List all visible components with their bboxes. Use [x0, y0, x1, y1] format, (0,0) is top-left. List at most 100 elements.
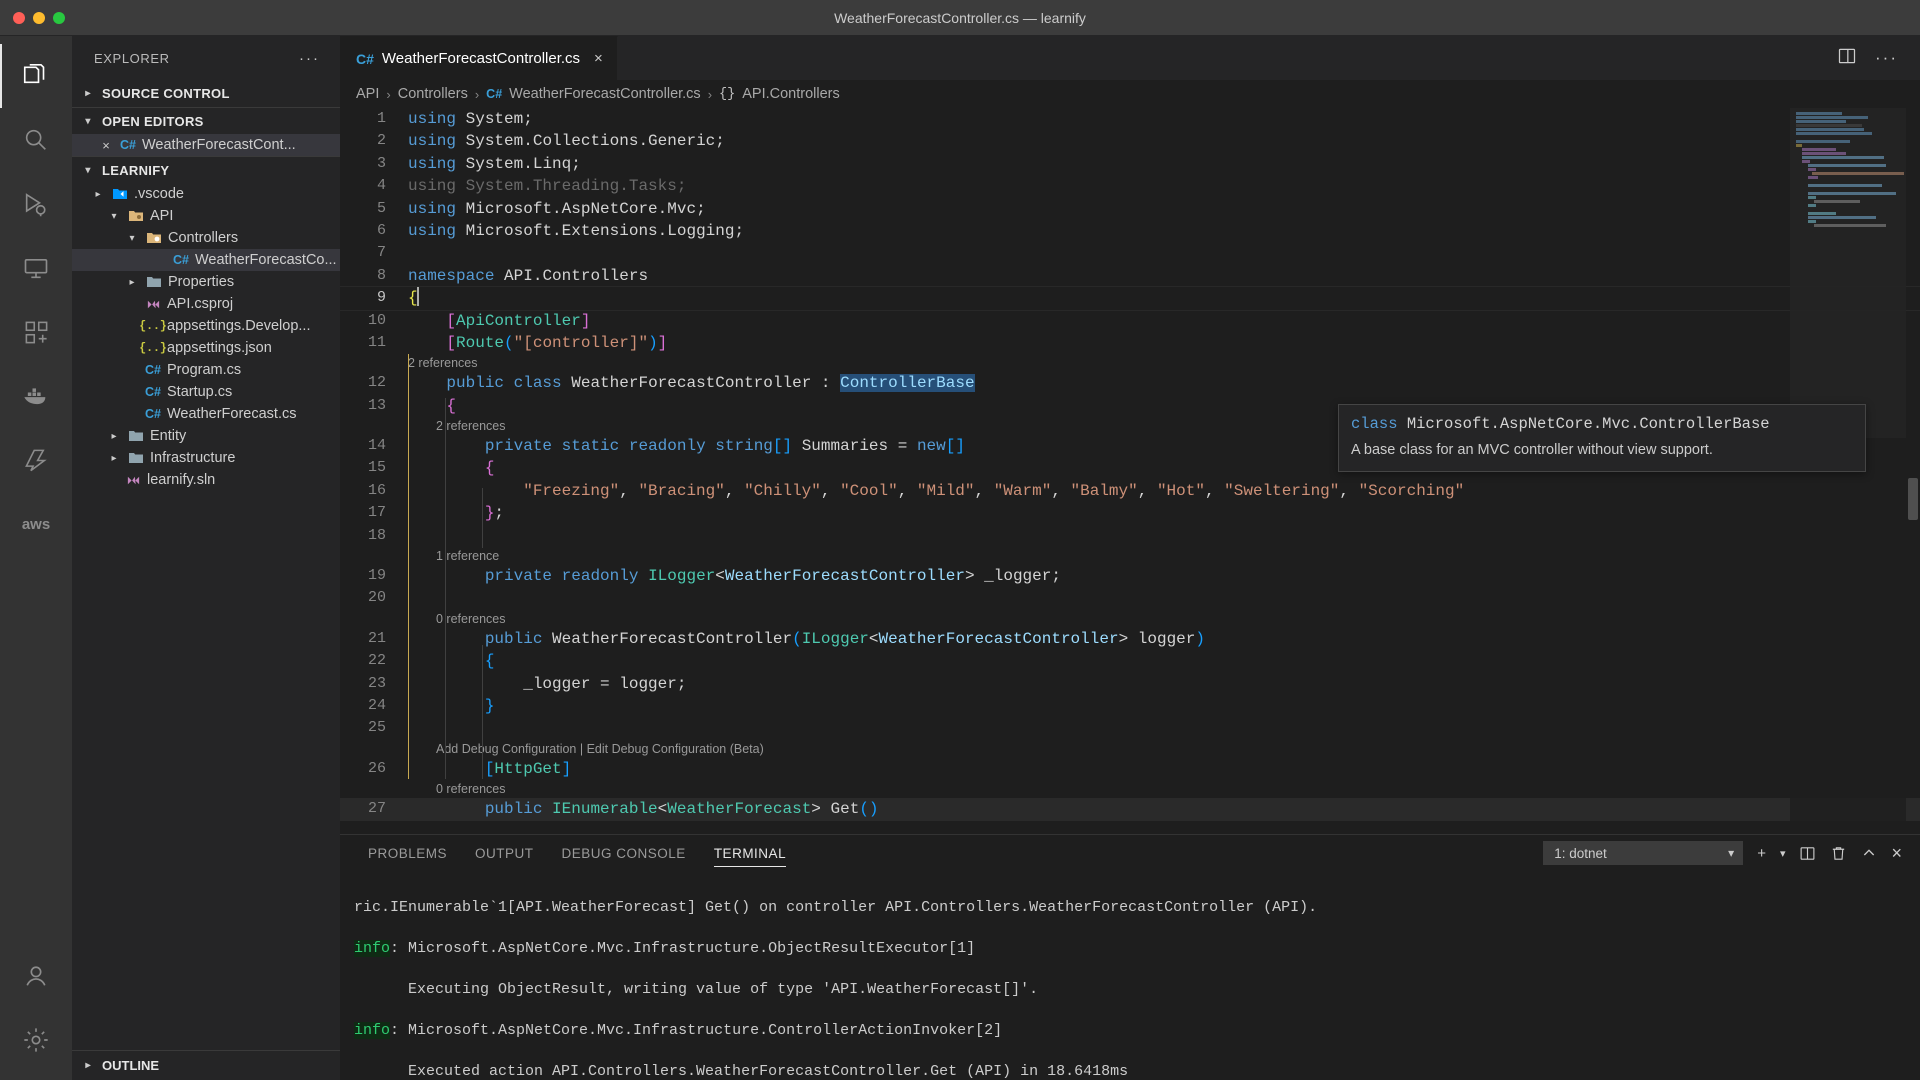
line-content: _logger = logger; [408, 674, 687, 693]
tab-output[interactable]: OUTPUT [461, 835, 548, 871]
close-icon[interactable]: × [98, 138, 114, 153]
new-terminal-icon[interactable]: + [1757, 845, 1766, 862]
section-learnify[interactable]: ▾ LEARNIFY [72, 156, 340, 183]
tree-item-program-cs[interactable]: C# Program.cs [72, 359, 340, 381]
breadcrumb-item-controllers[interactable]: Controllers [398, 86, 468, 102]
codelens-class-references[interactable]: 2 references [340, 354, 1920, 372]
tab-label: TERMINAL [713, 845, 787, 861]
hover-type: Microsoft.AspNetCore.Mvc.ControllerBase [1406, 415, 1770, 433]
tree-item-infrastructure[interactable]: ▸ Infrastructure [72, 447, 340, 469]
editor-scrollbar[interactable] [1906, 108, 1920, 834]
tree-item-entity[interactable]: ▸ Entity [72, 425, 340, 447]
tree-item-appsettings-json[interactable]: {..} appsettings.json [72, 337, 340, 359]
chevron-right-icon[interactable]: ▸ [124, 277, 140, 288]
code-line: 1 using System; [340, 108, 1920, 130]
activity-aws-button[interactable]: aws [0, 492, 72, 556]
codelens-get-references[interactable]: 0 references [340, 780, 1920, 798]
kill-terminal-icon[interactable] [1830, 845, 1847, 862]
codelens-label[interactable]: 2 references [398, 419, 505, 433]
tree-item-vscode[interactable]: ▸ .vscode [72, 183, 340, 205]
codelens-ctor-references[interactable]: 0 references [340, 610, 1920, 628]
code-line-current: 9{ [340, 286, 1920, 311]
close-window-button[interactable] [13, 11, 25, 24]
terminal-selector[interactable]: 1: dotnet ▾ [1543, 841, 1744, 865]
codelens-label[interactable]: Add Debug Configuration | Edit Debug Con… [398, 742, 764, 756]
codelens-logger-references[interactable]: 1 reference [340, 547, 1920, 565]
breadcrumb-separator-icon: › [707, 86, 713, 102]
codelens-debug-configuration[interactable]: Add Debug Configuration | Edit Debug Con… [340, 740, 1920, 758]
chevron-down-icon[interactable]: ▾ [124, 233, 140, 244]
csharp-icon: C# [486, 87, 503, 101]
tree-item-api-csproj[interactable]: API.csproj [72, 293, 340, 315]
tab-problems[interactable]: PROBLEMS [354, 835, 461, 871]
code-line: 25 [340, 717, 1920, 739]
tab-debug-console[interactable]: DEBUG CONSOLE [548, 835, 700, 871]
activity-search-button[interactable] [0, 108, 72, 172]
maximize-panel-icon[interactable] [1861, 845, 1877, 861]
terminal-dropdown-icon[interactable]: ▾ [1780, 847, 1786, 860]
codelens-label[interactable]: 2 references [398, 356, 477, 370]
code-editor[interactable]: 1 using System; 2 using System.Collections… [340, 108, 1920, 834]
terminal-output[interactable]: ric.IEnumerable`1[API.WeatherForecast] G… [340, 871, 1920, 1080]
close-icon[interactable]: × [594, 50, 603, 67]
tree-item-startup-cs[interactable]: C# Startup.cs [72, 381, 340, 403]
codelens-label[interactable]: 1 reference [398, 549, 499, 563]
editor-tab-weatherforecastcontroller[interactable]: C# WeatherForecastController.cs × [340, 36, 618, 80]
activity-run-debug-button[interactable] [0, 172, 72, 236]
section-source-control[interactable]: ▸ SOURCE CONTROL [72, 80, 340, 107]
sidebar-more-actions-icon[interactable]: ··· [299, 50, 320, 67]
tree-item-learnify-sln[interactable]: learnify.sln [72, 469, 340, 491]
line-content: using System.Threading.Tasks; [408, 177, 687, 196]
tree-item-weatherforecast-cs[interactable]: C# WeatherForecast.cs [72, 403, 340, 425]
terminal-text: : Microsoft.AspNetCore.Mvc.Infrastructur… [390, 1021, 1003, 1039]
activity-accounts-button[interactable] [0, 944, 72, 1008]
close-panel-icon[interactable]: × [1891, 843, 1902, 864]
tree-item-label: Program.cs [167, 362, 242, 378]
tree-item-label: Properties [168, 274, 235, 290]
tree-item-weatherforecastcontroller[interactable]: C# WeatherForecastCo... [72, 249, 340, 271]
title-bar: WeatherForecastController.cs — learnify [0, 0, 1920, 36]
docker-whale-icon [22, 382, 50, 410]
activity-settings-button[interactable] [0, 1008, 72, 1072]
breadcrumb-item-api[interactable]: API [356, 86, 379, 102]
tree-item-appsettings-development[interactable]: {..} appsettings.Develop... [72, 315, 340, 337]
tree-item-properties[interactable]: ▸ Properties [72, 271, 340, 293]
csharp-icon: C# [356, 50, 374, 67]
maximize-window-button[interactable] [53, 11, 65, 24]
breadcrumb-item-file[interactable]: WeatherForecastController.cs [509, 86, 701, 102]
minimize-window-button[interactable] [33, 11, 45, 24]
chevron-right-icon[interactable]: ▸ [90, 189, 106, 200]
minimap-slider[interactable] [1790, 108, 1906, 438]
section-open-editors[interactable]: ▾ OPEN EDITORS [72, 107, 340, 134]
chevron-right-icon[interactable]: ▸ [106, 431, 122, 442]
section-outline[interactable]: ▸ OUTLINE [72, 1050, 340, 1080]
codelens-label[interactable]: 0 references [398, 782, 505, 796]
csharp-icon: C# [145, 407, 161, 421]
line-number: 4 [376, 177, 386, 195]
split-editor-icon[interactable] [1837, 46, 1857, 71]
tree-item-api[interactable]: ▾ API [72, 205, 340, 227]
activity-azure-button[interactable] [0, 428, 72, 492]
panel-actions: 1: dotnet ▾ + ▾ × [1543, 841, 1920, 865]
tree-item-controllers[interactable]: ▾ Controllers [72, 227, 340, 249]
codelens-label[interactable]: 0 references [398, 612, 505, 626]
scrollbar-thumb[interactable] [1908, 478, 1918, 520]
terminal-text: Executing ObjectResult, writing value of… [354, 980, 1039, 998]
activity-docker-button[interactable] [0, 364, 72, 428]
chevron-down-icon[interactable]: ▾ [106, 211, 122, 222]
tab-terminal[interactable]: TERMINAL [700, 835, 800, 871]
line-content: public IEnumerable<WeatherForecast> Get(… [484, 800, 879, 819]
aws-icon: aws [21, 515, 51, 533]
chevron-right-icon[interactable]: ▸ [106, 453, 122, 464]
open-editor-item[interactable]: × C# WeatherForecastCont... [72, 134, 340, 156]
more-actions-icon[interactable]: ··· [1875, 48, 1898, 68]
breadcrumb-item-symbol[interactable]: API.Controllers [742, 86, 840, 102]
line-content: using System; [408, 110, 533, 128]
activity-explorer-button[interactable] [0, 44, 72, 108]
code-line: 20 [340, 587, 1920, 609]
window-traffic-lights[interactable] [0, 11, 65, 24]
split-terminal-icon[interactable] [1799, 845, 1816, 862]
terminal-line: info: Microsoft.AspNetCore.Mvc.Infrastru… [354, 1021, 1920, 1042]
activity-remote-explorer-button[interactable] [0, 236, 72, 300]
activity-extensions-button[interactable] [0, 300, 72, 364]
